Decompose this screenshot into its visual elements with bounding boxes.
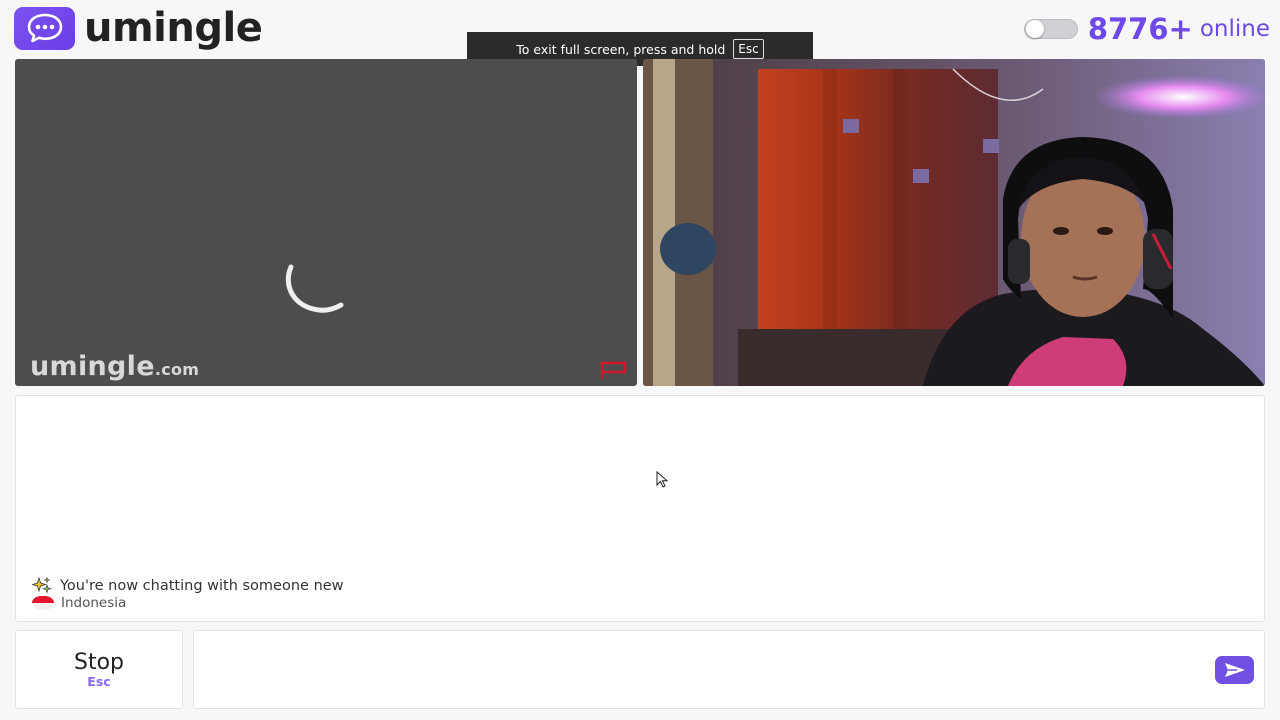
watermark-suffix: .com (154, 360, 200, 379)
chat-bubble-logo-icon (14, 6, 75, 50)
sparkles-icon (32, 577, 52, 594)
online-label: online (1199, 16, 1270, 42)
fullscreen-notice-text: To exit full screen, press and hold (516, 41, 726, 57)
self-video-panel (643, 59, 1265, 386)
send-button[interactable] (1215, 656, 1254, 684)
send-icon (1224, 663, 1245, 677)
umingle-chat-page: umingle 8776+ online To exit full screen… (0, 0, 1280, 720)
theme-toggle[interactable] (1023, 19, 1078, 39)
online-count: 8776+ (1087, 12, 1193, 46)
loading-spinner-icon (285, 264, 344, 313)
message-box (193, 630, 1265, 709)
indonesia-flag-icon (32, 596, 54, 610)
logo-text: umingle (84, 5, 263, 51)
stop-button[interactable]: Stop Esc (15, 630, 183, 709)
mouse-cursor-icon (656, 471, 669, 488)
stop-button-label: Stop (73, 650, 124, 675)
chat-status-text: You're now chatting with someone new (60, 578, 344, 594)
report-flag-icon[interactable] (599, 360, 629, 380)
stranger-country: Indonesia (32, 595, 126, 611)
logo[interactable]: umingle (14, 5, 263, 51)
chat-log[interactable]: You're now chatting with someone new Ind… (15, 395, 1265, 622)
stranger-video-panel: umingle.com (15, 59, 637, 386)
country-name: Indonesia (61, 595, 127, 611)
stop-button-shortcut: Esc (87, 674, 111, 689)
webcam-feed-image (643, 59, 1265, 386)
message-input[interactable] (202, 639, 1202, 699)
chat-status: You're now chatting with someone new (32, 577, 344, 595)
video-watermark: umingle.com (30, 351, 199, 382)
online-indicator: 8776+ online (1023, 10, 1270, 48)
fullscreen-notice-key: Esc (733, 39, 764, 59)
toggle-knob (1025, 20, 1044, 38)
watermark-text: umingle (30, 351, 155, 382)
